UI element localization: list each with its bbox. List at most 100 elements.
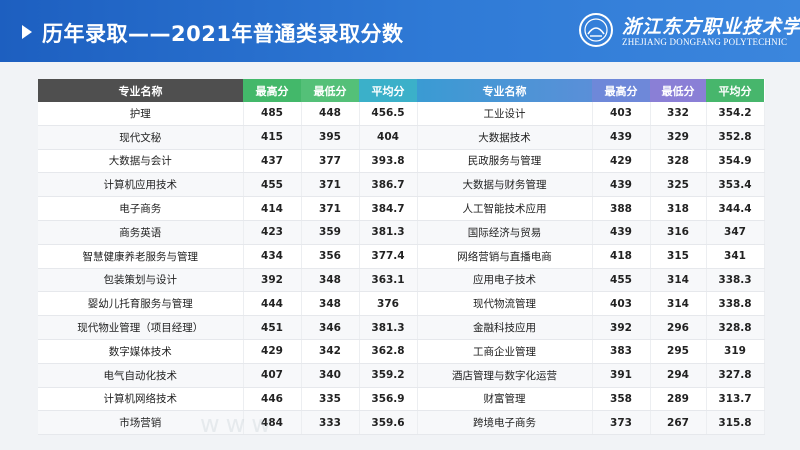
column-header-max-right: 最高分 [592, 79, 650, 102]
table-body: 护理 485 448 456.5 工业设计 403 332 354.2 现代文秘 415 395 40… [38, 102, 765, 436]
score-cell: 356 [301, 244, 360, 269]
score-cell: 455 [243, 172, 302, 198]
school-emblem-icon [579, 13, 613, 47]
score-cell: 352.8 [706, 125, 765, 150]
score-cell: 429 [243, 339, 302, 364]
score-cell: 354.9 [706, 149, 765, 174]
score-cell: 354.2 [706, 102, 765, 126]
score-cell: 444 [243, 291, 302, 317]
score-cell: 353.4 [706, 172, 765, 198]
school-name-cn: 浙江东方职业技术学院 [622, 16, 800, 38]
table-row: 数字媒体技术 429 342 362.8 工商企业管理 383 295 319 [38, 339, 765, 364]
major-name-cell: 计算机应用技术 [38, 172, 244, 198]
arrow-icon [22, 25, 32, 39]
major-name-cell: 市场营销 [38, 410, 244, 436]
score-cell: 484 [243, 410, 302, 436]
table-row: 包装策划与设计 392 348 363.1 应用电子技术 455 314 338.3 [38, 268, 765, 293]
major-name-cell: 电子商务 [38, 196, 244, 221]
column-header-max-left: 最高分 [243, 79, 301, 102]
score-cell: 344.4 [706, 196, 765, 221]
major-name-cell: 应用电子技术 [417, 268, 593, 293]
score-cell: 325 [650, 172, 707, 198]
score-cell: 341 [706, 244, 765, 269]
major-name-cell: 智慧健康养老服务与管理 [38, 244, 244, 269]
score-cell: 407 [243, 363, 302, 388]
score-cell: 393.8 [359, 149, 418, 174]
score-cell: 338.8 [706, 291, 765, 317]
score-cell: 338.3 [706, 268, 765, 293]
score-cell: 456.5 [359, 102, 418, 126]
table-row: 智慧健康养老服务与管理 434 356 377.4 网络营销与直播电商 418 315 341 [38, 244, 765, 269]
score-cell: 395 [301, 125, 360, 150]
score-cell: 485 [243, 102, 302, 126]
score-cell: 347 [706, 220, 765, 245]
major-name-cell: 民政服务与管理 [417, 149, 593, 174]
major-name-cell: 现代物业管理（项目经理） [38, 315, 244, 340]
score-cell: 295 [650, 339, 707, 364]
major-name-cell: 人工智能技术应用 [417, 196, 593, 221]
score-cell: 404 [359, 125, 418, 150]
major-name-cell: 工商企业管理 [417, 339, 593, 364]
score-cell: 335 [301, 387, 360, 412]
table-row: 护理 485 448 456.5 工业设计 403 332 354.2 [38, 102, 765, 126]
score-cell: 294 [650, 363, 707, 388]
score-cell: 315 [650, 244, 707, 269]
table-row: 商务英语 423 359 381.3 国际经济与贸易 439 316 347 [38, 220, 765, 245]
score-cell: 439 [592, 125, 651, 150]
score-cell: 327.8 [706, 363, 765, 388]
column-header-avg-left: 平均分 [359, 79, 417, 102]
table-row: 现代文秘 415 395 404 大数据技术 439 329 352.8 [38, 125, 765, 150]
major-name-cell: 数字媒体技术 [38, 339, 244, 364]
major-name-cell: 工业设计 [417, 102, 593, 126]
major-name-cell: 跨境电子商务 [417, 410, 593, 436]
score-cell: 371 [301, 196, 360, 221]
score-cell: 437 [243, 149, 302, 174]
major-name-cell: 金融科技应用 [417, 315, 593, 340]
score-cell: 289 [650, 387, 707, 412]
score-cell: 392 [243, 268, 302, 293]
score-cell: 418 [592, 244, 651, 269]
table-row: 婴幼儿托育服务与管理 444 348 376 现代物流管理 403 314 338.8 [38, 291, 765, 317]
score-cell: 359.2 [359, 363, 418, 388]
score-cell: 332 [650, 102, 707, 126]
major-name-cell: 计算机网络技术 [38, 387, 244, 412]
school-name-en: ZHEJIANG DONGFANG POLYTECHNIC [622, 37, 788, 47]
title-banner: 历年录取——2021年普通类录取分数 浙江东方职业技术学院 ZHEJIANG D… [0, 0, 800, 62]
major-name-cell: 电气自动化技术 [38, 363, 244, 388]
score-cell: 359.6 [359, 410, 418, 436]
score-cell: 348 [301, 268, 360, 293]
score-cell: 329 [650, 125, 707, 150]
score-cell: 318 [650, 196, 707, 221]
score-cell: 328 [650, 149, 707, 174]
score-cell: 362.8 [359, 339, 418, 364]
score-cell: 359 [301, 220, 360, 245]
score-cell: 448 [301, 102, 360, 126]
scores-table-container: 专业名称 最高分 最低分 平均分 专业名称 最高分 最低分 平均分 护理 485 4… [38, 79, 765, 436]
score-cell: 267 [650, 410, 707, 436]
score-cell: 446 [243, 387, 302, 412]
score-cell: 403 [592, 102, 651, 126]
score-cell: 376 [359, 291, 418, 317]
column-header-min-right: 最低分 [650, 79, 706, 102]
score-cell: 371 [301, 172, 360, 198]
score-cell: 383 [592, 339, 651, 364]
table-header-row: 专业名称 最高分 最低分 平均分 专业名称 最高分 最低分 平均分 [38, 79, 764, 102]
score-cell: 377 [301, 149, 360, 174]
major-name-cell: 财富管理 [417, 387, 593, 412]
score-cell: 314 [650, 268, 707, 293]
score-cell: 314 [650, 291, 707, 317]
score-cell: 451 [243, 315, 302, 340]
score-cell: 358 [592, 387, 651, 412]
score-cell: 384.7 [359, 196, 418, 221]
major-name-cell: 包装策划与设计 [38, 268, 244, 293]
score-cell: 316 [650, 220, 707, 245]
table-row: 大数据与会计 437 377 393.8 民政服务与管理 429 328 354.9 [38, 149, 765, 174]
score-cell: 328.8 [706, 315, 765, 340]
score-cell: 403 [592, 291, 651, 317]
score-cell: 414 [243, 196, 302, 221]
score-cell: 296 [650, 315, 707, 340]
score-cell: 386.7 [359, 172, 418, 198]
score-cell: 342 [301, 339, 360, 364]
score-cell: 346 [301, 315, 360, 340]
score-cell: 313.7 [706, 387, 765, 412]
